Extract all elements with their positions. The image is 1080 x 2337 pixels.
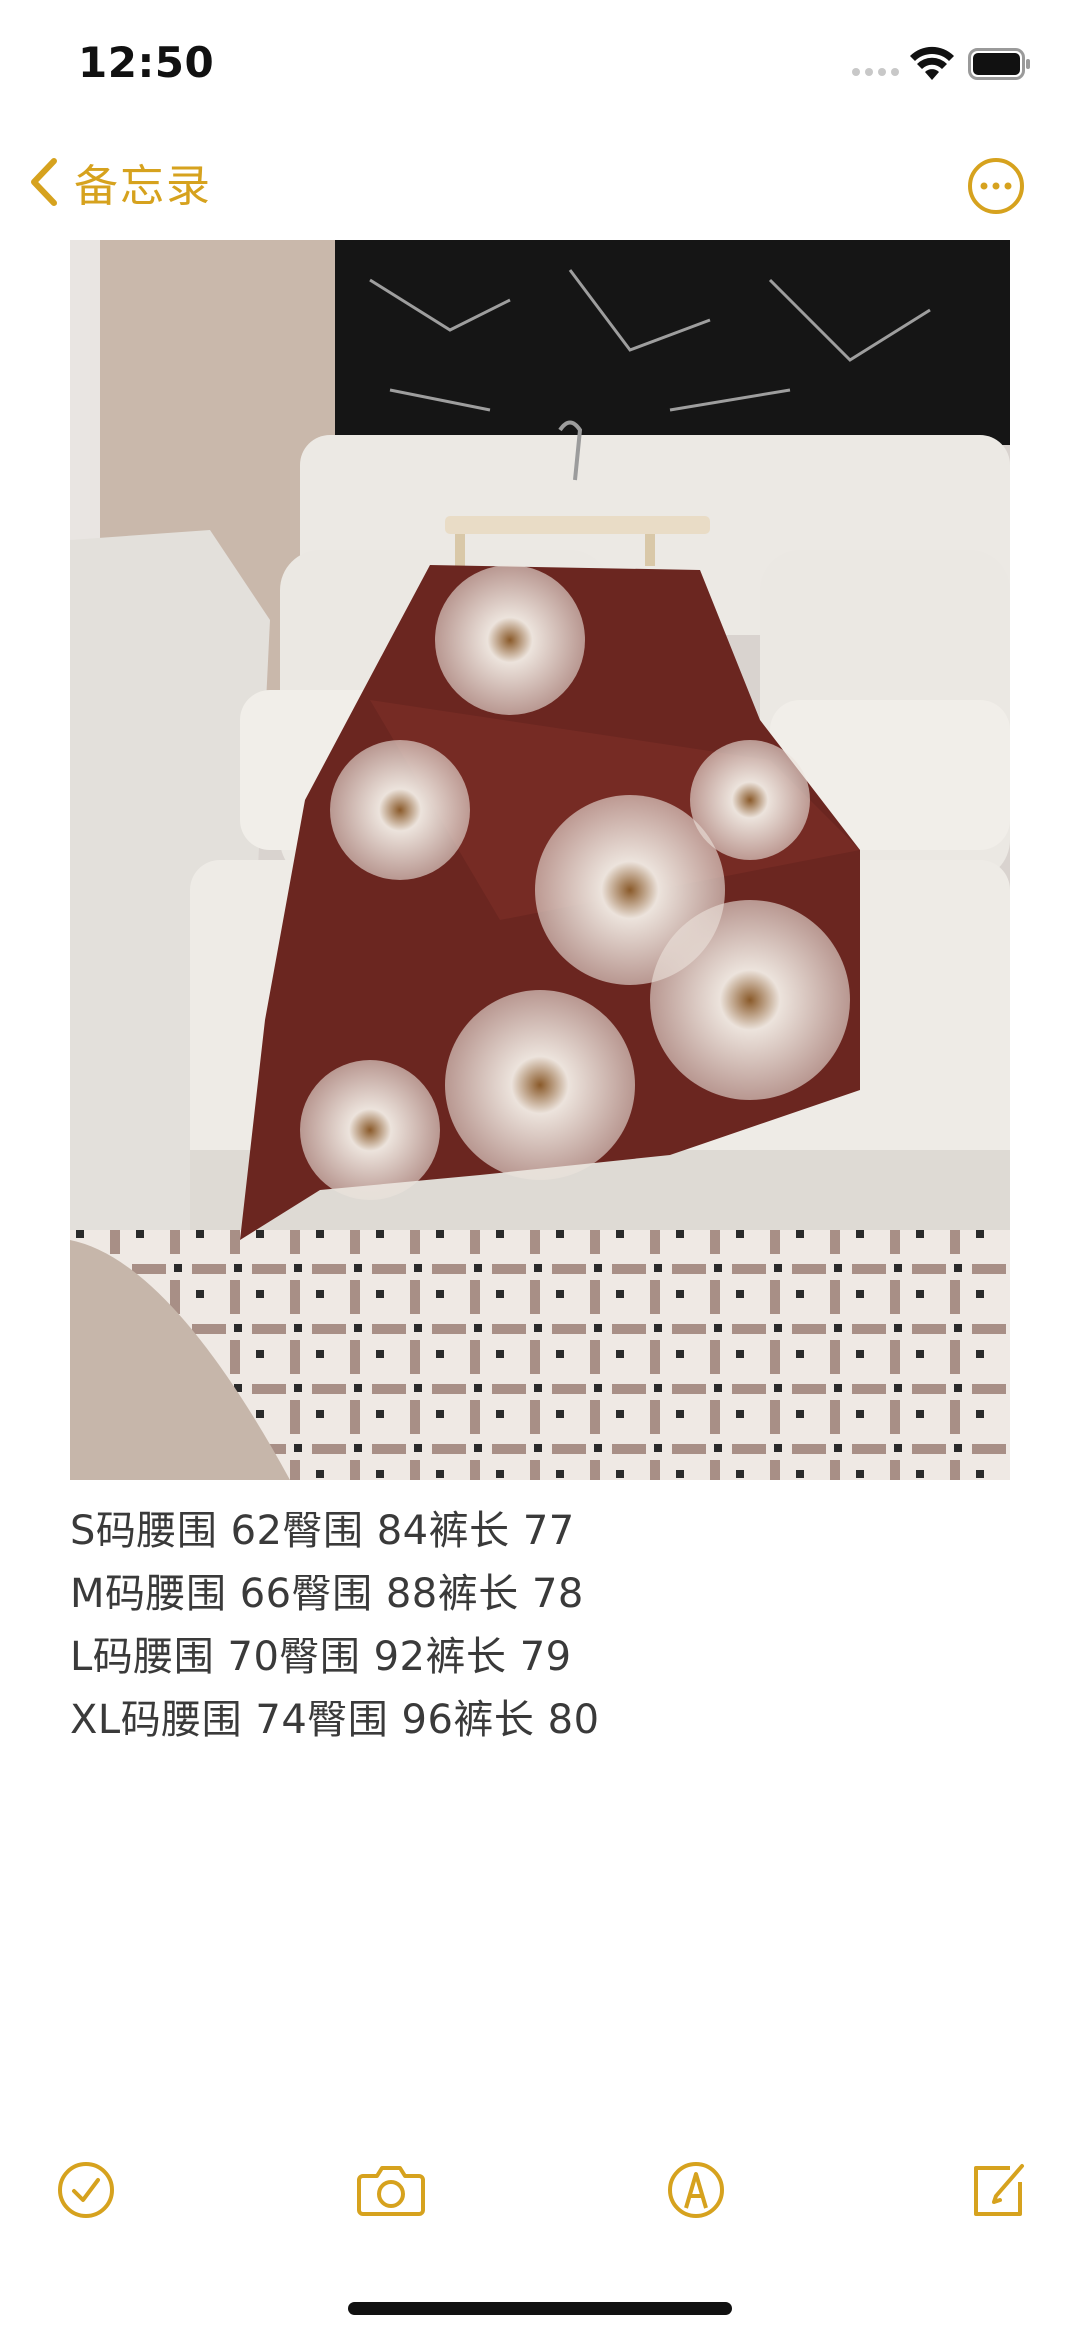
battery-icon [968, 48, 1030, 80]
size-line-s: S码腰围 62臀围 84裤长 77 [70, 1508, 575, 1554]
ellipsis-circle-icon[interactable] [966, 156, 1026, 216]
size-line-xl: XL码腰围 74臀围 96裤长 80 [70, 1697, 600, 1743]
size-line-m: M码腰围 66臀围 88裤长 78 [70, 1571, 584, 1617]
status-bar: 12:50 [0, 0, 1080, 130]
skirt-photo [70, 240, 1010, 1480]
status-time: 12:50 [78, 38, 215, 87]
checklist-icon[interactable] [54, 2158, 118, 2222]
back-button[interactable]: 备忘录 [26, 152, 212, 212]
note-body[interactable]: S码腰围 62臀围 84裤长 77 M码腰围 66臀围 88裤长 78 L码腰围… [70, 1500, 1010, 1752]
navigation-bar: 备忘录 [0, 130, 1080, 240]
camera-icon[interactable] [355, 2158, 427, 2222]
markup-icon[interactable] [664, 2158, 728, 2222]
back-label: 备忘录 [74, 161, 212, 212]
size-line-l: L码腰围 70臀围 92裤长 79 [70, 1634, 572, 1680]
wifi-icon [910, 46, 954, 80]
compose-icon[interactable] [966, 2158, 1030, 2222]
home-indicator[interactable] [348, 2302, 732, 2315]
chevron-left-icon [31, 158, 57, 206]
note-image[interactable] [70, 240, 1010, 1480]
cellular-signal-icon [852, 68, 899, 76]
bottom-toolbar [0, 2150, 1080, 2230]
